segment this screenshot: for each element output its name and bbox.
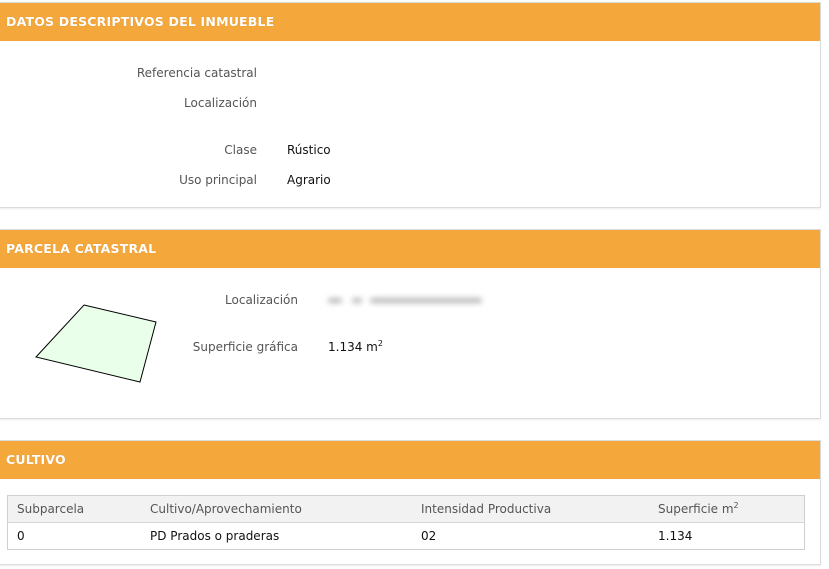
cadastral-parcel-panel: PARCELA CATASTRAL Localización Superfici… <box>0 229 821 419</box>
cadastral-parcel-header: PARCELA CATASTRAL <box>0 230 820 268</box>
crop-table: Subparcela Cultivo/Aprovechamiento Inten… <box>7 495 805 550</box>
location-label: Localización <box>184 96 257 110</box>
table-row: 0 PD Prados o praderas 02 1.134 <box>8 523 805 550</box>
col-surface: Superficie m2 <box>649 495 805 523</box>
cadastral-reference-label: Referencia catastral <box>136 66 257 80</box>
cell-crop-use: PD Prados o praderas <box>150 529 280 543</box>
descriptive-data-panel: DATOS DESCRIPTIVOS DEL INMUEBLE Referenc… <box>0 2 821 208</box>
crop-panel: CULTIVO Subparcela Cultivo/Aprovechamien… <box>0 440 821 565</box>
graphic-surface-value: 1.134 m2 <box>328 339 383 355</box>
cell-subparcel: 0 <box>17 529 25 543</box>
class-value: Rústico <box>287 143 331 157</box>
crop-header: CULTIVO <box>0 441 820 479</box>
parcel-location-label: Localización <box>225 293 298 307</box>
col-productive-intensity: Intensidad Productiva <box>412 495 649 523</box>
cell-surface: 1.134 <box>658 529 693 543</box>
parcel-location-redacted <box>328 293 488 307</box>
crop-table-header-row: Subparcela Cultivo/Aprovechamiento Inten… <box>7 495 805 523</box>
col-subparcel: Subparcela <box>7 495 141 523</box>
descriptive-data-header: DATOS DESCRIPTIVOS DEL INMUEBLE <box>0 3 820 41</box>
col-crop-use: Cultivo/Aprovechamiento <box>141 495 412 523</box>
main-use-value: Agrario <box>287 173 331 187</box>
graphic-surface-label: Superficie gráfica <box>192 340 298 354</box>
class-label: Clase <box>224 143 257 157</box>
cell-productive-intensity: 02 <box>421 529 437 543</box>
main-use-label: Uso principal <box>179 173 257 187</box>
